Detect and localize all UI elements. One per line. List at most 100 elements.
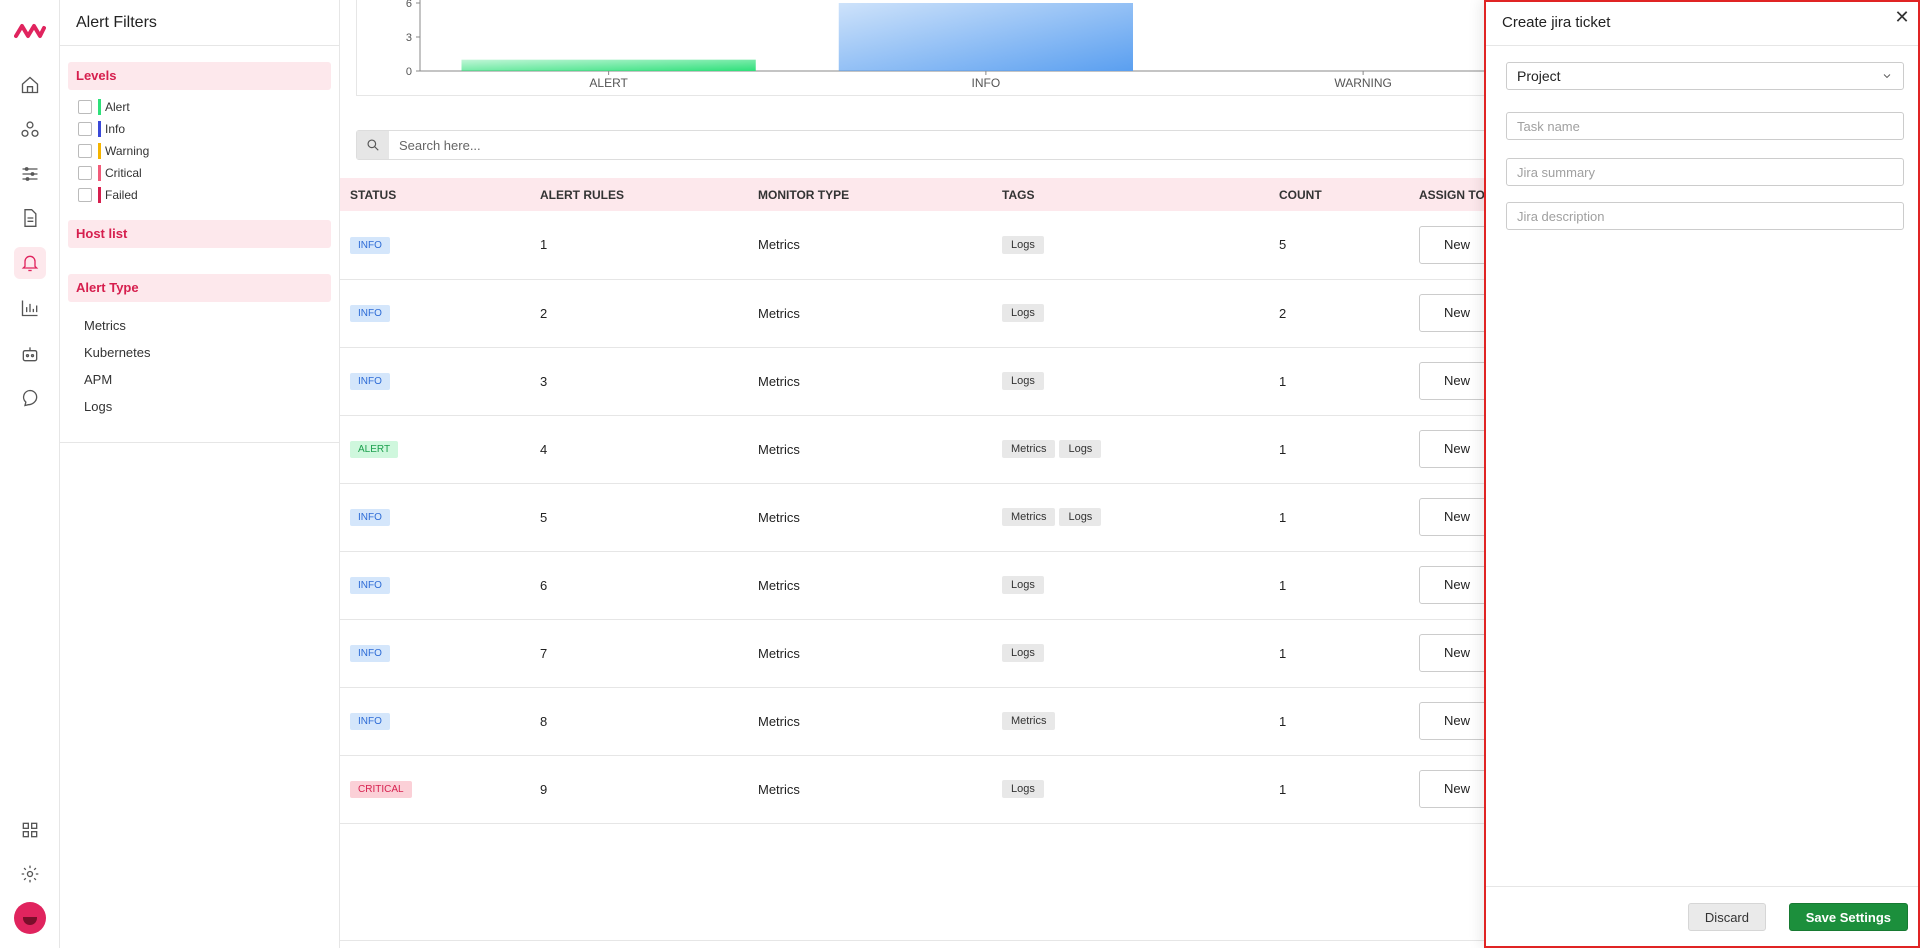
level-checkbox[interactable] (78, 188, 92, 202)
drawer-footer: Discard Save Settings (1486, 886, 1918, 946)
nav-settings[interactable] (0, 854, 60, 894)
column-header[interactable]: MONITOR TYPE (748, 178, 992, 211)
close-icon[interactable]: ✕ (1892, 8, 1912, 28)
level-color-bar (98, 121, 101, 137)
filters-icon (22, 167, 38, 181)
x-tick-label: WARNING (1334, 76, 1392, 90)
level-failed[interactable]: Failed (78, 184, 331, 206)
apps-grid-icon (22, 822, 38, 838)
nav-alerts[interactable] (0, 243, 60, 283)
level-critical[interactable]: Critical (78, 162, 331, 184)
bar-alert[interactable] (461, 59, 756, 71)
tag-badge[interactable]: Metrics (1002, 508, 1056, 526)
levels-section-title[interactable]: Levels (68, 62, 331, 90)
host-list-section-title[interactable]: Host list (68, 220, 331, 248)
nav-bots[interactable] (0, 334, 60, 374)
status-badge: INFO (350, 713, 390, 730)
tag-badge[interactable]: Logs (1002, 235, 1044, 254)
status-badge: INFO (350, 577, 390, 594)
status-cell: CRITICAL (340, 755, 530, 823)
monitor-type-cell: Metrics (758, 781, 800, 797)
level-checkbox[interactable] (78, 122, 92, 136)
level-label: Failed (105, 188, 138, 202)
column-header[interactable]: STATUS (340, 178, 530, 211)
discard-button[interactable]: Discard (1687, 903, 1766, 931)
y-tick-label: 3 (406, 32, 412, 44)
tags-cell: Metrics Logs (992, 483, 1269, 551)
column-header[interactable]: COUNT (1269, 178, 1409, 211)
tags-cell: Logs (992, 755, 1269, 823)
avatar[interactable] (14, 902, 46, 934)
status-badge: CRITICAL (350, 781, 412, 798)
level-color-bar (98, 143, 101, 159)
filter-panel: Alert Filters Levels Alert Info Warning (60, 0, 340, 948)
alert-rule-cell: 7 (540, 645, 548, 661)
status-cell: INFO (340, 619, 530, 687)
level-label: Alert (105, 100, 130, 114)
bell-icon (21, 255, 39, 272)
alert-type-kubernetes[interactable]: Kubernetes (84, 339, 315, 366)
search-icon[interactable] (357, 131, 389, 159)
level-checkbox[interactable] (78, 100, 92, 114)
nav-logs[interactable] (0, 198, 60, 238)
alert-type-logs[interactable]: Logs (84, 393, 315, 420)
save-settings-button[interactable]: Save Settings (1788, 903, 1908, 931)
tag-badge[interactable]: Logs (1059, 508, 1102, 526)
alert-rule-cell: 4 (540, 441, 548, 457)
infrastructure-icon (21, 121, 39, 137)
tag-badge[interactable]: Metrics (1002, 440, 1056, 458)
alert-type-apm[interactable]: APM (84, 366, 315, 393)
level-checkbox[interactable] (78, 166, 92, 180)
tag-badge[interactable]: Logs (1002, 644, 1044, 662)
project-select[interactable]: Project (1506, 62, 1904, 90)
nav-support[interactable] (0, 378, 60, 418)
alert-rule-cell: 5 (540, 509, 548, 525)
level-color-bar (98, 187, 101, 203)
nav-filters[interactable] (0, 154, 60, 194)
status-badge: INFO (350, 373, 390, 390)
drawer-title: Create jira ticket (1486, 2, 1918, 46)
count-cell: 2 (1279, 305, 1287, 321)
tag-badge[interactable]: Logs (1002, 372, 1044, 390)
level-info[interactable]: Info (78, 118, 331, 140)
jira-description-field[interactable] (1506, 202, 1904, 230)
jira-summary-field[interactable] (1506, 158, 1904, 186)
panel-title: Alert Filters (60, 0, 339, 46)
monitor-type-cell: Metrics (758, 237, 800, 253)
level-color-bar (98, 165, 101, 181)
column-header[interactable]: ALERT RULES (530, 178, 748, 211)
tag-badge[interactable]: Logs (1059, 440, 1102, 458)
chevron-down-icon (1883, 74, 1891, 79)
status-cell: INFO (340, 483, 530, 551)
brand-logo[interactable] (14, 20, 46, 42)
y-tick-label: 6 (406, 0, 412, 10)
tags-cell: Metrics (992, 687, 1269, 755)
project-select-label: Project (1517, 68, 1561, 84)
level-checkbox[interactable] (78, 144, 92, 158)
level-alert[interactable]: Alert (78, 96, 331, 118)
monitor-type-cell: Metrics (758, 373, 800, 389)
tag-badge[interactable]: Logs (1002, 576, 1044, 594)
level-color-bar (98, 99, 101, 115)
count-cell: 1 (1279, 441, 1287, 457)
tag-badge[interactable]: Metrics (1002, 712, 1056, 730)
nav-infrastructure[interactable] (0, 110, 60, 150)
alert-rule-cell: 2 (540, 305, 548, 321)
monitor-type-cell: Metrics (758, 305, 800, 321)
tag-badge[interactable]: Logs (1002, 780, 1044, 798)
level-label: Warning (105, 144, 150, 158)
column-header[interactable]: TAGS (992, 178, 1269, 211)
alert-type-metrics[interactable]: Metrics (84, 312, 315, 339)
task-name-field[interactable] (1506, 112, 1904, 140)
nav-dashboards[interactable] (0, 288, 60, 328)
tag-badge[interactable]: Logs (1002, 304, 1044, 322)
bar-info[interactable] (838, 3, 1134, 71)
monitor-type-cell: Metrics (758, 441, 800, 457)
alert-type-section-title[interactable]: Alert Type (68, 274, 331, 302)
nav-apps[interactable] (0, 810, 60, 850)
nav-home[interactable] (0, 65, 60, 105)
monitor-type-cell: Metrics (758, 713, 800, 729)
level-warning[interactable]: Warning (78, 140, 331, 162)
status-badge: INFO (350, 236, 390, 254)
y-tick-label: 0 (406, 66, 412, 78)
